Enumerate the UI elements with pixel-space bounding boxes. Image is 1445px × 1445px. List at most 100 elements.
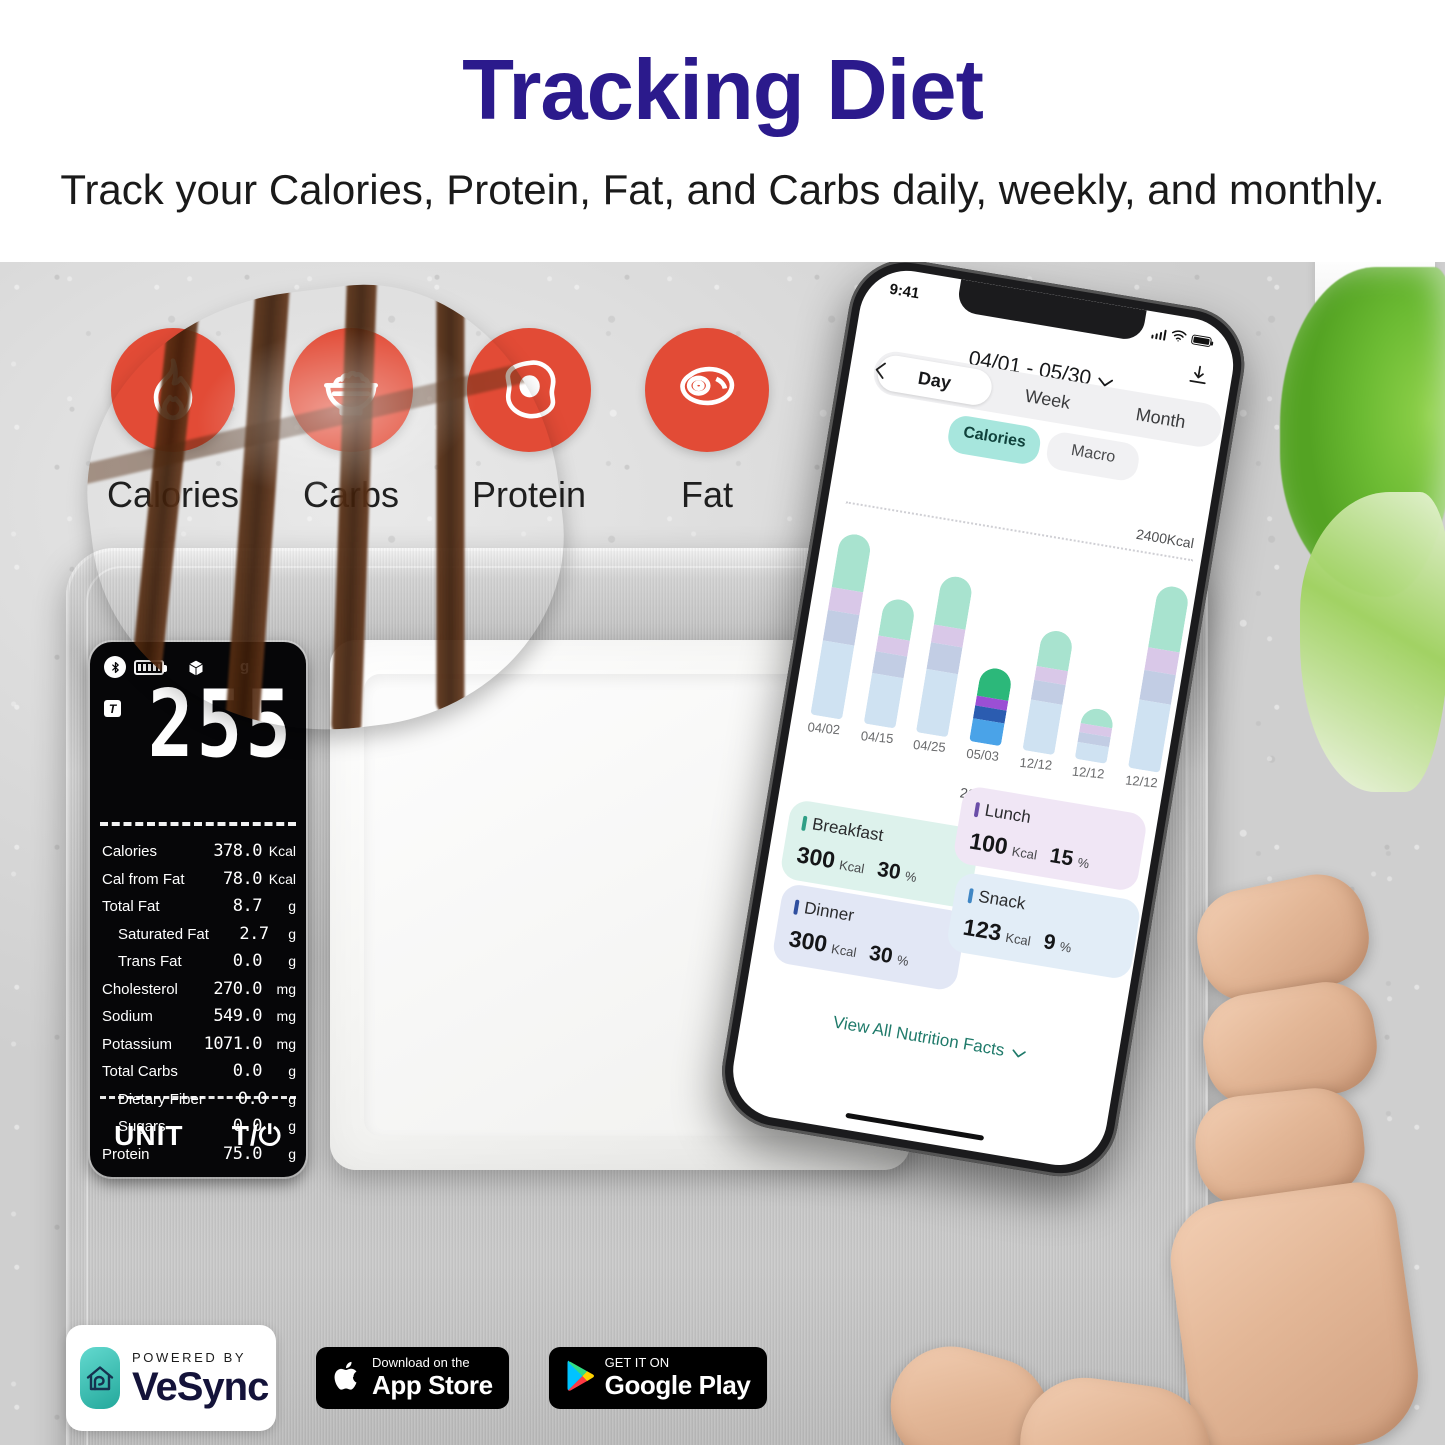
- wifi-icon: [1169, 327, 1188, 346]
- nutrition-name: Total Fat: [102, 898, 160, 915]
- apple-icon: [332, 1359, 362, 1398]
- meal-percent-symbol: %: [1058, 938, 1073, 956]
- nutrition-unit: g: [288, 925, 296, 942]
- chart-bar[interactable]: [863, 597, 916, 729]
- steak-icon: [645, 328, 769, 452]
- nutrition-value: 1071.0: [203, 1033, 263, 1054]
- nutrition-value: 78.0: [223, 868, 262, 889]
- bar-segment-breakfast: [1148, 584, 1191, 652]
- nutrition-row: Cal from Fat 78.0 Kcal: [102, 866, 296, 894]
- chart-bar[interactable]: [1022, 628, 1074, 756]
- page-subtitle: Track your Calories, Protein, Fat, and C…: [60, 166, 1385, 213]
- chip-macro[interactable]: Macro: [1044, 430, 1142, 483]
- bar-segment-snack: [916, 669, 959, 738]
- tare-power-button[interactable]: T/⏻: [232, 1120, 282, 1153]
- meal-kcal-unit: Kcal: [1004, 929, 1032, 949]
- chart-bar[interactable]: [916, 574, 975, 738]
- meal-name: Dinner: [802, 898, 856, 926]
- meal-percent: 15: [1048, 844, 1076, 871]
- chip-calories[interactable]: Calories: [945, 413, 1043, 467]
- app-store-text: Download on the App Store: [372, 1356, 493, 1400]
- nutrition-value: 2.7: [239, 923, 269, 944]
- meal-kcal-unit: Kcal: [1010, 843, 1039, 863]
- nutrition-row: Cholesterol 270.0 mg: [102, 976, 296, 1004]
- nutrition-name: Saturated Fat: [118, 925, 209, 943]
- meal-accent-bar: [793, 898, 800, 915]
- meal-percent: 30: [875, 857, 903, 885]
- nutrition-row: Total Fat 8.7 g: [102, 893, 296, 921]
- nutrition-unit: mg: [276, 980, 296, 997]
- unit-button[interactable]: UNIT: [114, 1120, 183, 1152]
- nutrition-unit: g: [288, 1063, 296, 1079]
- nutrition-unit: mg: [276, 1008, 296, 1024]
- meal-kcal-unit: Kcal: [838, 857, 866, 877]
- google-play-badge[interactable]: GET IT ON Google Play: [548, 1347, 767, 1409]
- meal-accent-bar: [967, 887, 974, 904]
- nutrition-name: Trans Fat: [118, 953, 182, 970]
- nutrition-row: Saturated Fat 2.7 g: [102, 921, 296, 949]
- chart-x-label: 12/12: [1018, 754, 1053, 773]
- bar-segment-snack: [810, 640, 855, 720]
- nutrient-label: Fat: [680, 474, 733, 515]
- nutrition-row: Sodium 549.0 mg: [102, 1003, 296, 1031]
- back-arrow-icon[interactable]: [868, 358, 893, 383]
- nutrition-value: 378.0: [213, 841, 262, 861]
- scale-button-row: UNIT T/⏻: [90, 1105, 306, 1167]
- nutrition-value: 8.7: [232, 896, 263, 916]
- meal-percent-symbol: %: [903, 868, 918, 886]
- vesync-badge: POWERED BY VeSync: [66, 1325, 276, 1431]
- nutrition-unit: Kcal: [268, 870, 296, 887]
- meal-name: Breakfast: [810, 814, 885, 845]
- meal-percent-symbol: %: [895, 952, 910, 969]
- chart-bar[interactable]: [1127, 584, 1191, 773]
- lcd-divider: [100, 822, 296, 826]
- download-icon[interactable]: [1186, 362, 1211, 387]
- lettuce-decoration-secondary: [1300, 492, 1445, 792]
- status-time: 9:41: [888, 280, 921, 302]
- chart-x-label: 05/03: [965, 745, 1000, 764]
- nutrition-name: Cal from Fat: [102, 870, 185, 888]
- nutrition-unit: Kcal: [268, 843, 296, 859]
- vesync-brand: VeSync: [132, 1364, 269, 1409]
- chart-x-label: 12/12: [1071, 763, 1106, 782]
- meal-percent: 30: [867, 941, 895, 969]
- app-store-badge[interactable]: Download on the App Store: [316, 1347, 509, 1409]
- home-indicator: [845, 1112, 985, 1141]
- status-indicators: [1150, 324, 1213, 351]
- meal-card-group: Breakfast 300 Kcal 30 % Lunch 100 Kcal 1…: [762, 771, 1154, 1040]
- nutrition-unit: g: [288, 898, 296, 914]
- nutrition-value: 0.0: [232, 1061, 263, 1081]
- nutrition-row: Potassium 1071.0 mg: [102, 1031, 296, 1059]
- bar-segment-snack: [1022, 699, 1062, 756]
- nutrition-value: 549.0: [213, 1006, 262, 1026]
- vesync-house-icon: [80, 1347, 120, 1409]
- chart-x-label: 04/02: [806, 719, 841, 738]
- google-play-text: GET IT ON Google Play: [605, 1356, 751, 1400]
- nutrition-row: Trans Fat 0.0 g: [102, 948, 296, 976]
- app-store-small: Download on the: [372, 1355, 470, 1371]
- hand-palm: [1163, 1177, 1427, 1445]
- calorie-bar-chart: 2400Kcal 04/02 04/15 04/25 05/03 12/12 12/12 1…: [796, 449, 1208, 825]
- meal-percent-symbol: %: [1076, 854, 1091, 872]
- promo-header: Tracking Diet Track your Calories, Prote…: [0, 0, 1445, 262]
- battery-icon: [1190, 334, 1213, 348]
- google-play-icon: [565, 1359, 595, 1397]
- nutrition-name: Cholesterol: [102, 980, 178, 998]
- nutrition-unit: mg: [276, 1035, 296, 1052]
- vesync-text: POWERED BY VeSync: [132, 1350, 269, 1409]
- nutrition-name: Calories: [102, 843, 158, 860]
- nutrition-value: 0.0: [232, 951, 263, 971]
- meal-name: Lunch: [983, 800, 1033, 828]
- app-badge-row: POWERED BY VeSync Download on the App St…: [66, 1325, 767, 1431]
- meal-kcal: 300: [787, 925, 830, 958]
- meal-accent-bar: [973, 801, 981, 817]
- chart-bar[interactable]: [810, 531, 873, 720]
- phone-notch: [955, 279, 1147, 342]
- nutrition-value: 270.0: [213, 978, 262, 999]
- chart-bar[interactable]: [969, 666, 1014, 747]
- google-play-small: GET IT ON: [604, 1355, 670, 1371]
- bar-segment-breakfast: [1036, 628, 1074, 672]
- meal-kcal: 300: [794, 841, 838, 874]
- chart-bar[interactable]: [1074, 706, 1116, 764]
- chart-x-label: 04/25: [912, 736, 947, 756]
